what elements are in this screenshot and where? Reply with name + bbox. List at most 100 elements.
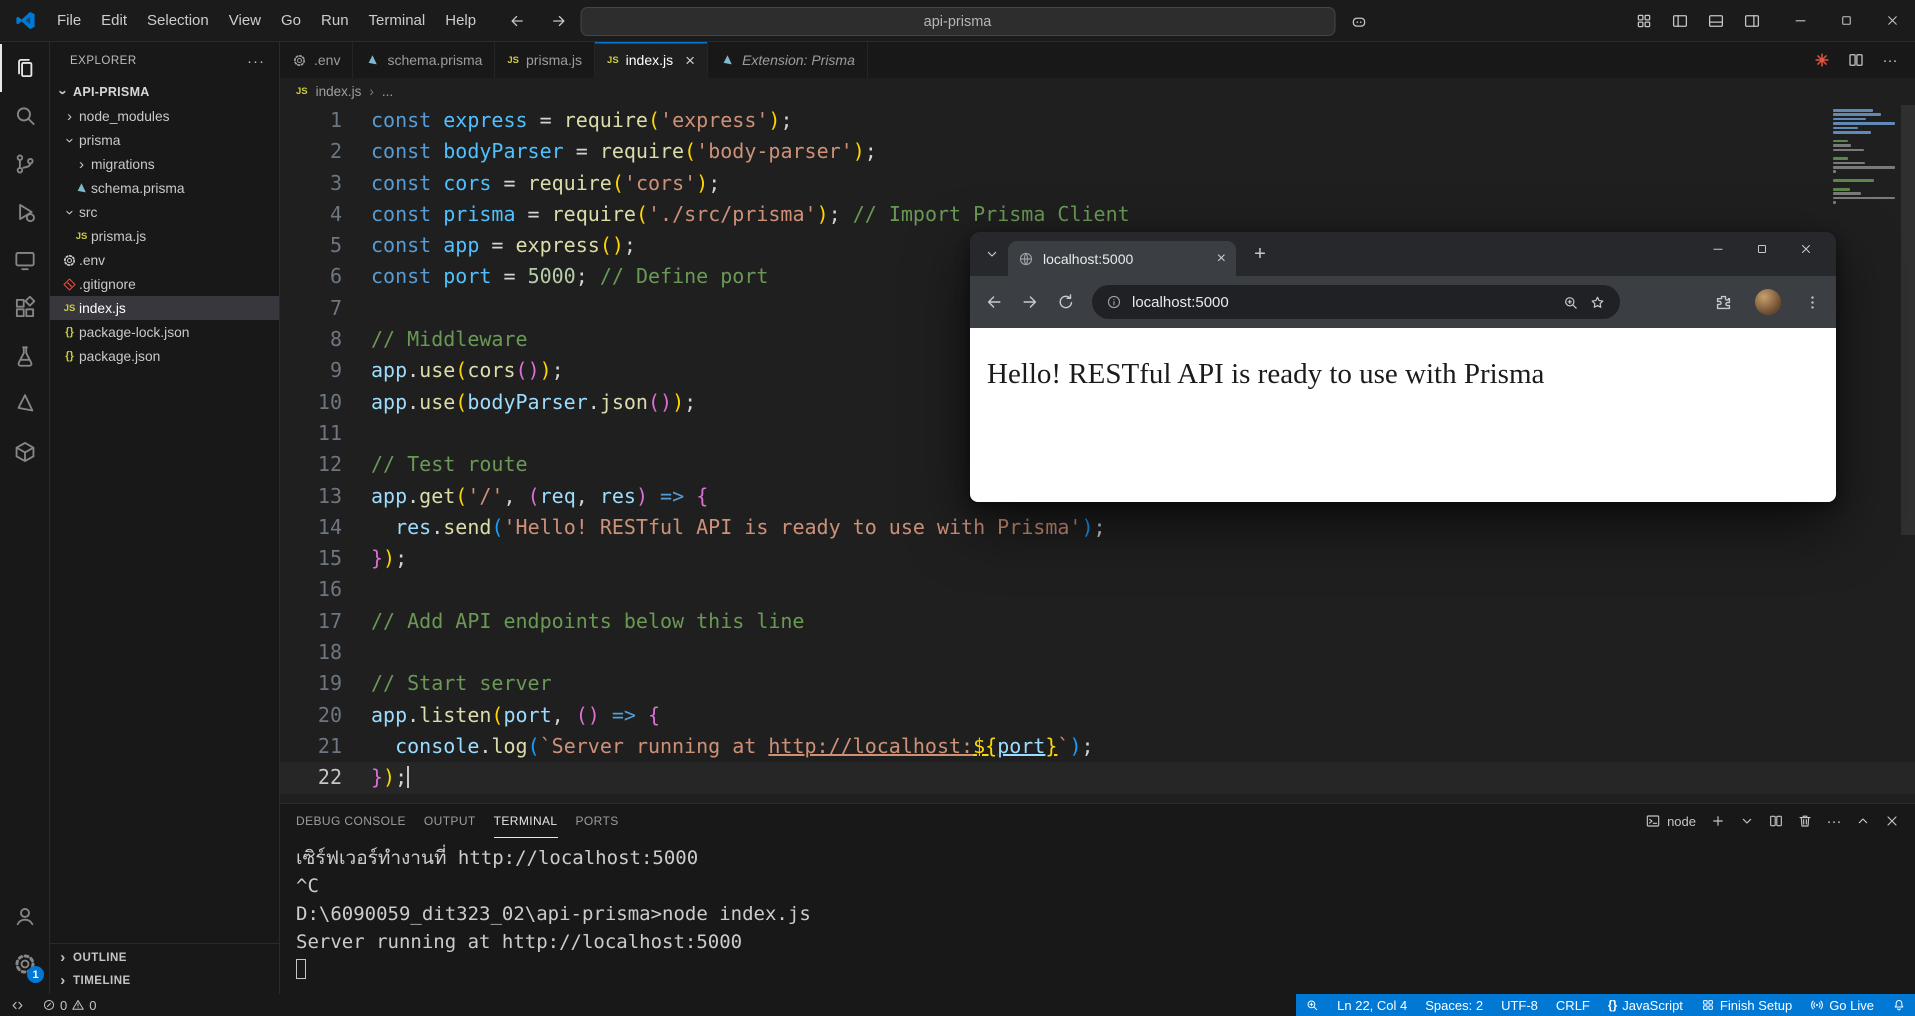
panel-tab-terminal[interactable]: TERMINAL [494,804,558,838]
tab-prisma-js[interactable]: JSprisma.js [495,42,595,78]
project-root[interactable]: › API-PRISMA [50,80,279,104]
customize-layout-icon[interactable] [1629,6,1659,36]
testing-button[interactable] [0,332,49,380]
tree-item-env[interactable]: .env [50,248,279,272]
split-editor-icon[interactable] [1841,45,1871,75]
sidebar-section-timeline[interactable]: ›TIMELINE [50,969,279,992]
status-finish-setup[interactable]: Finish Setup [1692,994,1801,1016]
sidebar-section-outline[interactable]: ›OUTLINE [50,946,279,969]
browser-maximize-button[interactable] [1740,232,1784,266]
new-tab-icon[interactable]: + [1246,240,1274,268]
close-button[interactable] [1869,0,1915,42]
split-terminal-icon[interactable] [1763,808,1789,834]
menu-terminal[interactable]: Terminal [359,6,436,36]
status-bell[interactable] [1883,994,1915,1016]
source-control-button[interactable] [0,140,49,188]
back-button[interactable] [502,6,532,36]
prisma-extension-button[interactable] [0,380,49,428]
tab-index-js[interactable]: JSindex.js× [595,42,708,78]
explorer-actions-icon[interactable]: ··· [247,53,265,70]
browser-forward-icon[interactable] [1020,292,1040,312]
browser-tab[interactable]: localhost:5000 × [1008,241,1236,276]
tab-env[interactable]: .env [280,42,353,78]
tree-item-index-js[interactable]: JSindex.js [50,296,279,320]
menu-edit[interactable]: Edit [91,6,137,36]
browser-close-button[interactable] [1784,232,1828,266]
scrollbar-thumb[interactable] [1901,105,1915,535]
new-terminal-icon[interactable] [1705,808,1731,834]
panel-tab-output[interactable]: OUTPUT [424,804,476,838]
close-tab-icon[interactable]: × [1217,250,1226,268]
tree-item-gitignore[interactable]: .gitignore [50,272,279,296]
tree-item-package-json[interactable]: {}package.json [50,344,279,368]
zoom-indicator-icon[interactable] [1562,294,1579,311]
menu-help[interactable]: Help [435,6,486,36]
browser-window[interactable]: localhost:5000 × + localhost:5000 [970,232,1836,502]
toggle-secondary-sidebar-icon[interactable] [1737,6,1767,36]
tree-item-src[interactable]: ›src [50,200,279,224]
menu-file[interactable]: File [47,6,91,36]
address-bar[interactable]: localhost:5000 [1092,285,1620,319]
remote-indicator[interactable] [0,994,34,1016]
status-go-live[interactable]: Go Live [1801,994,1883,1016]
panel-tab-ports[interactable]: PORTS [576,804,619,838]
browser-reload-icon[interactable] [1056,292,1076,312]
terminal-output[interactable]: เซิร์ฟเวอร์ทำงานที่ http://localhost:500… [280,838,1915,994]
status-utf-8[interactable]: UTF-8 [1492,994,1547,1016]
extensions-button[interactable] [0,284,49,332]
minimap[interactable] [1833,109,1897,204]
editor-scrollbar[interactable] [1901,105,1915,803]
tree-item-prisma[interactable]: ›prisma [50,128,279,152]
close-icon[interactable]: × [685,52,695,69]
browser-minimize-button[interactable] [1696,232,1740,266]
menu-run[interactable]: Run [311,6,359,36]
explorer-button[interactable] [0,44,49,92]
tab-extension-prisma[interactable]: Extension: Prisma [708,42,868,78]
remote-explorer-button[interactable] [0,236,49,284]
close-panel-icon[interactable] [1879,808,1905,834]
docker-button[interactable] [0,428,49,476]
site-info-icon[interactable] [1106,294,1122,310]
kill-terminal-icon[interactable] [1792,808,1818,834]
command-center[interactable]: api-prisma [580,7,1335,36]
copilot-icon[interactable] [1344,7,1374,37]
terminal-dropdown-icon[interactable] [1734,808,1760,834]
panel-more-icon[interactable]: ··· [1821,808,1847,834]
problems-indicator[interactable]: 0 0 [34,994,104,1016]
tab-schema-prisma[interactable]: schema.prisma [353,42,495,78]
tree-item-schema-prisma[interactable]: schema.prisma [50,176,279,200]
tree-item-package-lock-json[interactable]: {}package-lock.json [50,320,279,344]
tree-item-prisma-js[interactable]: JSprisma.js [50,224,279,248]
breadcrumb[interactable]: JS index.js › ... [280,78,1915,105]
accounts-button[interactable] [0,892,49,940]
minimize-button[interactable] [1777,0,1823,42]
status-javascript[interactable]: {}JavaScript [1599,994,1692,1016]
tab-search-icon[interactable] [978,240,1006,268]
profile-avatar[interactable] [1755,289,1781,315]
status-zoom[interactable] [1296,994,1328,1016]
toggle-panel-icon[interactable] [1701,6,1731,36]
toggle-sidebar-icon[interactable] [1665,6,1695,36]
maximize-panel-icon[interactable] [1850,808,1876,834]
tree-item-migrations[interactable]: ›migrations [50,152,279,176]
tree-item-node-modules[interactable]: ›node_modules [50,104,279,128]
status-crlf[interactable]: CRLF [1547,994,1599,1016]
menu-selection[interactable]: Selection [137,6,219,36]
menu-view[interactable]: View [219,6,271,36]
bookmark-star-icon[interactable] [1589,294,1606,311]
maximize-button[interactable] [1823,0,1869,42]
browser-menu-icon[interactable] [1803,293,1822,312]
editor-more-actions-icon[interactable]: ··· [1875,45,1905,75]
settings-button[interactable]: 1 [0,940,49,988]
run-debug-button[interactable] [0,188,49,236]
status-ln-22-col-4[interactable]: Ln 22, Col 4 [1328,994,1416,1016]
browser-back-icon[interactable] [984,292,1004,312]
panel-tab-debug-console[interactable]: DEBUG CONSOLE [296,804,406,838]
status-spaces-2[interactable]: Spaces: 2 [1416,994,1492,1016]
forward-button[interactable] [544,6,574,36]
menu-go[interactable]: Go [271,6,311,36]
run-extension-icon[interactable] [1807,45,1837,75]
search-button[interactable] [0,92,49,140]
terminal-profile-button[interactable]: node [1639,813,1702,829]
extensions-puzzle-icon[interactable] [1714,293,1733,312]
